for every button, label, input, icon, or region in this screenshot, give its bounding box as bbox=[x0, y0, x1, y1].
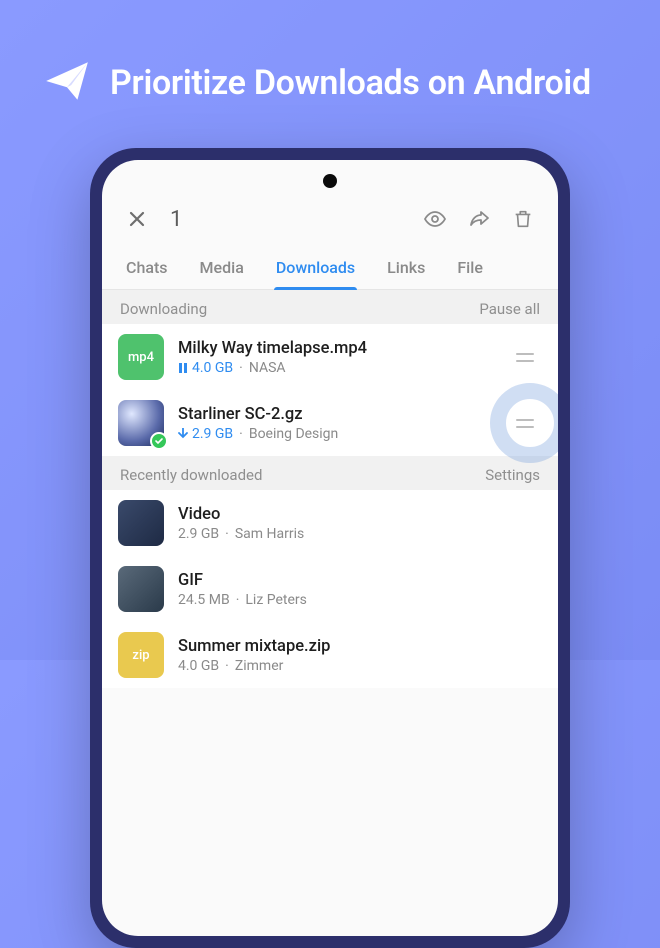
hero-title: Prioritize Downloads on Android bbox=[110, 63, 591, 103]
check-badge-icon bbox=[150, 432, 168, 450]
forward-button[interactable] bbox=[462, 202, 496, 236]
file-name: Summer mixtape.zip bbox=[178, 637, 542, 656]
file-name: Starliner SC-2.gz bbox=[178, 405, 498, 424]
tab-media[interactable]: Media bbox=[184, 248, 260, 289]
file-info: Video 2.9 GB · Sam Harris bbox=[178, 505, 542, 542]
file-source: Boeing Design bbox=[249, 426, 338, 442]
drag-handle-icon[interactable] bbox=[512, 353, 542, 362]
file-meta: 2.9 GB · Boeing Design bbox=[178, 426, 498, 442]
phone-screen: 1 Chats Media Downloads Links File Downl… bbox=[102, 160, 558, 936]
phone-frame: 1 Chats Media Downloads Links File Downl… bbox=[90, 148, 570, 948]
close-button[interactable] bbox=[120, 202, 154, 236]
file-info: Milky Way timelapse.mp4 4.0 GB · NASA bbox=[178, 339, 498, 376]
camera-notch bbox=[323, 174, 337, 188]
drag-handle-icon[interactable] bbox=[512, 419, 542, 428]
section-title: Recently downloaded bbox=[120, 466, 262, 484]
file-info: Starliner SC-2.gz 2.9 GB · Boeing Design bbox=[178, 405, 498, 442]
download-row[interactable]: Starliner SC-2.gz 2.9 GB · Boeing Design bbox=[102, 390, 558, 456]
tab-chats[interactable]: Chats bbox=[110, 248, 184, 289]
file-source: Sam Harris bbox=[235, 526, 304, 542]
hero-banner: Prioritize Downloads on Android bbox=[0, 0, 660, 110]
section-header-recent: Recently downloaded Settings bbox=[102, 456, 558, 490]
file-info: GIF 24.5 MB · Liz Peters bbox=[178, 571, 542, 608]
file-thumb: mp4 bbox=[118, 334, 164, 380]
file-name: GIF bbox=[178, 571, 542, 590]
file-row[interactable]: zip Summer mixtape.zip 4.0 GB · Zimmer bbox=[102, 622, 558, 688]
file-thumb bbox=[118, 400, 164, 446]
file-info: Summer mixtape.zip 4.0 GB · Zimmer bbox=[178, 637, 542, 674]
delete-button[interactable] bbox=[506, 202, 540, 236]
pause-all-button[interactable]: Pause all bbox=[479, 300, 540, 318]
tab-links[interactable]: Links bbox=[371, 248, 441, 289]
file-thumb bbox=[118, 500, 164, 546]
file-source: Liz Peters bbox=[245, 592, 307, 608]
file-source: NASA bbox=[249, 360, 286, 376]
file-meta: 4.0 GB · NASA bbox=[178, 360, 498, 376]
section-title: Downloading bbox=[120, 300, 207, 318]
download-row[interactable]: mp4 Milky Way timelapse.mp4 4.0 GB · NAS… bbox=[102, 324, 558, 390]
file-row[interactable]: GIF 24.5 MB · Liz Peters bbox=[102, 556, 558, 622]
file-row[interactable]: Video 2.9 GB · Sam Harris bbox=[102, 490, 558, 556]
selection-count: 1 bbox=[170, 207, 408, 232]
tab-files[interactable]: File bbox=[441, 248, 499, 289]
paper-plane-icon bbox=[42, 56, 92, 110]
file-name: Milky Way timelapse.mp4 bbox=[178, 339, 498, 358]
file-meta: 2.9 GB · Sam Harris bbox=[178, 526, 542, 542]
pause-icon: 4.0 GB bbox=[178, 360, 233, 376]
file-thumb bbox=[118, 566, 164, 612]
file-thumb: zip bbox=[118, 632, 164, 678]
file-name: Video bbox=[178, 505, 542, 524]
file-meta: 24.5 MB · Liz Peters bbox=[178, 592, 542, 608]
download-arrow-icon: 2.9 GB bbox=[178, 426, 233, 442]
section-header-downloading: Downloading Pause all bbox=[102, 290, 558, 324]
tabs-bar: Chats Media Downloads Links File bbox=[102, 248, 558, 290]
settings-button[interactable]: Settings bbox=[485, 466, 540, 484]
view-button[interactable] bbox=[418, 202, 452, 236]
tab-downloads[interactable]: Downloads bbox=[260, 248, 371, 289]
